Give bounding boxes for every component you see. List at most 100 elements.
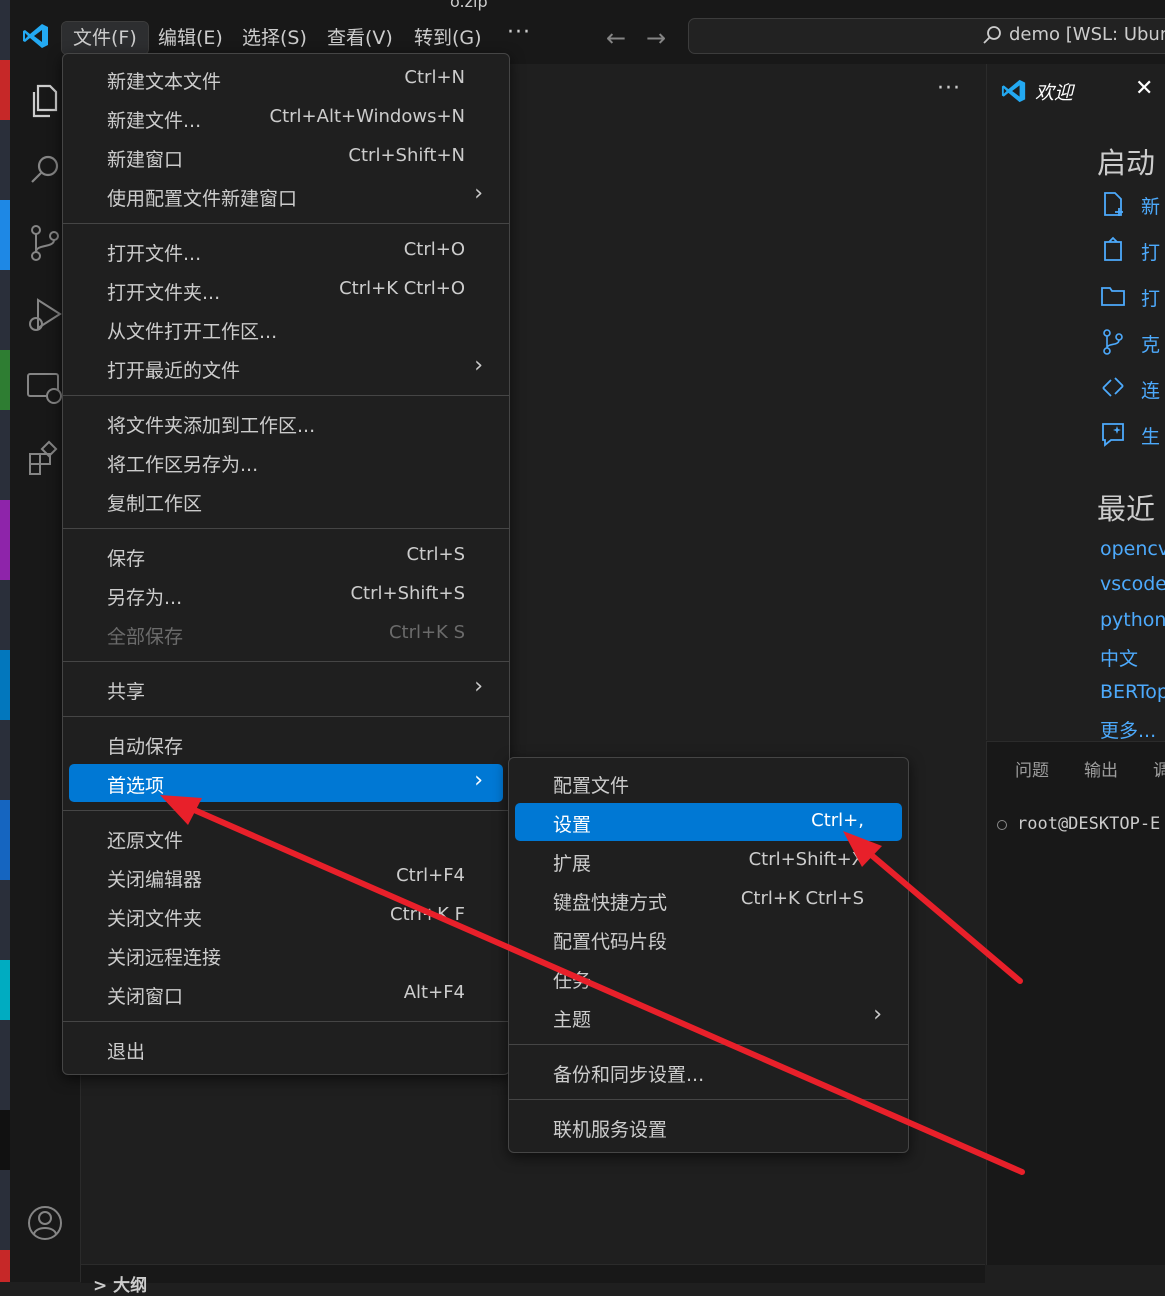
desktop-strip: [0, 0, 10, 1282]
menu-item-open-folder[interactable]: 打开文件夹... Ctrl+K Ctrl+O: [69, 271, 503, 309]
chevron-right-icon: ›: [474, 768, 483, 793]
sparkle-icon: [1102, 423, 1124, 447]
submenu-item-themes[interactable]: 主题 ›: [515, 998, 902, 1036]
menu-item-save-all: 全部保存 Ctrl+K S: [107, 622, 465, 648]
menu-item-revert-file[interactable]: 还原文件: [69, 819, 503, 857]
editor-more-button[interactable]: ···: [937, 76, 961, 101]
recent-item[interactable]: python: [1100, 609, 1165, 631]
chevron-right-icon: ›: [474, 674, 483, 699]
outline-section[interactable]: > 大纲: [81, 1264, 985, 1296]
tab-output[interactable]: 输出: [1084, 756, 1118, 781]
back-arrow-icon[interactable]: ←: [606, 24, 626, 52]
tab-debug-console[interactable]: 调: [1153, 756, 1165, 781]
chevron-right-icon: ›: [474, 353, 483, 378]
remote-explorer-icon[interactable]: [24, 366, 66, 408]
menu-item-close-remote[interactable]: 关闭远程连接: [69, 936, 503, 974]
source-control-icon[interactable]: [24, 222, 66, 264]
menu-selection[interactable]: 选择(S): [231, 22, 318, 54]
menu-item-open-file[interactable]: 打开文件... Ctrl+O: [69, 232, 503, 270]
vscode-logo-icon: [23, 24, 48, 48]
window-title: o.zip: [450, 0, 488, 11]
open-file-icon: [1104, 236, 1122, 261]
tab-welcome[interactable]: 欢迎 ✕: [987, 64, 1165, 116]
search-icon[interactable]: [24, 150, 66, 192]
start-connect[interactable]: 连: [1099, 374, 1160, 404]
start-open-file[interactable]: 打: [1099, 236, 1160, 266]
menu-item-save[interactable]: 保存 Ctrl+S: [69, 537, 503, 575]
recent-heading: 最近: [1097, 492, 1156, 526]
menu-item-duplicate-workspace[interactable]: 复制工作区: [69, 482, 503, 520]
submenu-item-settings-sync[interactable]: 备份和同步设置...: [515, 1053, 902, 1091]
recent-more-link[interactable]: 更多...: [1100, 716, 1156, 743]
menu-item-auto-save[interactable]: 自动保存: [69, 725, 503, 763]
submenu-item-profiles[interactable]: 配置文件: [515, 764, 902, 802]
source-control-icon: [1103, 329, 1123, 355]
menu-item-add-folder-workspace[interactable]: 将文件夹添加到工作区...: [69, 404, 503, 442]
menu-separator: [63, 1021, 509, 1022]
menu-item-share[interactable]: 共享 ›: [69, 670, 503, 708]
menu-separator: [63, 395, 509, 396]
recent-item[interactable]: vscode_: [1100, 573, 1165, 595]
submenu-item-settings[interactable]: 设置 Ctrl+,: [515, 803, 902, 841]
submenu-item-keyboard-shortcuts[interactable]: 键盘快捷方式 Ctrl+K Ctrl+S: [515, 881, 902, 919]
bottom-panel: 问题 输出 调 root@DESKTOP-E: [986, 741, 1165, 1265]
menu-item-open-recent[interactable]: 打开最近的文件 ›: [69, 349, 503, 387]
recent-item[interactable]: opencv-: [1100, 538, 1165, 560]
new-file-icon: [1104, 192, 1123, 216]
menu-item-new-text-file[interactable]: 新建文本文件 Ctrl+N: [69, 60, 503, 98]
menu-separator: [509, 1099, 908, 1100]
start-clone-repo[interactable]: 克: [1099, 328, 1160, 358]
forward-arrow-icon[interactable]: →: [646, 24, 666, 52]
terminal-prompt[interactable]: root@DESKTOP-E: [1017, 814, 1160, 834]
preferences-submenu: 配置文件 设置 Ctrl+, 扩展 Ctrl+Shift+X 键盘快捷方式 Ctrl+…: [508, 757, 909, 1153]
submenu-item-tasks[interactable]: 任务: [515, 959, 902, 997]
menu-item-open-workspace[interactable]: 从文件打开工作区...: [69, 310, 503, 348]
start-generate[interactable]: 生: [1099, 420, 1160, 450]
menu-separator: [63, 716, 509, 717]
menu-separator: [63, 223, 509, 224]
menu-separator: [63, 810, 509, 811]
file-menu: 新建文本文件 Ctrl+N 新建文件... Ctrl+Alt+Windows+N 新…: [62, 53, 510, 1075]
recent-item[interactable]: BERTopi: [1100, 681, 1165, 703]
tab-welcome-label: 欢迎: [1035, 82, 1074, 104]
command-center-text: demo [WSL: Ubuntu: [1009, 24, 1165, 45]
welcome-panel: 欢迎 ✕ 启动 新 打 打 克 连 生 最近 opencv vscode pyt…: [986, 64, 1165, 743]
menu-item-exit[interactable]: 退出: [69, 1030, 503, 1068]
menu-item-save-workspace-as[interactable]: 将工作区另存为...: [69, 443, 503, 481]
menu-item-close-window[interactable]: 关闭窗口 Alt+F4: [69, 975, 503, 1013]
run-debug-icon[interactable]: [24, 294, 66, 336]
menu-edit[interactable]: 编辑(E): [147, 22, 234, 54]
menu-more-button[interactable]: ···: [507, 20, 531, 45]
submenu-item-snippets[interactable]: 配置代码片段: [515, 920, 902, 958]
start-new-file[interactable]: 新: [1099, 190, 1160, 220]
menu-separator: [63, 528, 509, 529]
menu-separator: [509, 1044, 908, 1045]
recent-item[interactable]: 中文: [1100, 644, 1138, 671]
menu-item-new-window[interactable]: 新建窗口 Ctrl+Shift+N: [69, 138, 503, 176]
menu-item-new-file[interactable]: 新建文件... Ctrl+Alt+Windows+N: [69, 99, 503, 137]
chevron-right-icon: ›: [474, 181, 483, 206]
submenu-item-online-services[interactable]: 联机服务设置: [515, 1108, 902, 1146]
menu-item-close-folder[interactable]: 关闭文件夹 Ctrl+K F: [69, 897, 503, 935]
folder-icon: [1101, 287, 1125, 306]
close-icon[interactable]: ✕: [1135, 76, 1153, 101]
menu-separator: [63, 661, 509, 662]
menu-go[interactable]: 转到(G): [403, 22, 493, 54]
chevron-right-icon: ›: [873, 1002, 882, 1027]
start-open-folder[interactable]: 打: [1099, 282, 1160, 312]
terminal-status-icon: [997, 820, 1007, 830]
explorer-icon[interactable]: [24, 80, 66, 122]
menu-item-new-window-profile[interactable]: 使用配置文件新建窗口 ›: [69, 177, 503, 215]
submenu-item-extensions[interactable]: 扩展 Ctrl+Shift+X: [515, 842, 902, 880]
menu-item-save-as[interactable]: 另存为... Ctrl+Shift+S: [69, 576, 503, 614]
menu-file[interactable]: 文件(F): [61, 21, 149, 55]
tab-problems[interactable]: 问题: [1015, 756, 1049, 781]
menu-item-close-editor[interactable]: 关闭编辑器 Ctrl+F4: [69, 858, 503, 896]
menu-view[interactable]: 查看(V): [316, 22, 404, 54]
extensions-icon[interactable]: [24, 438, 66, 480]
account-icon[interactable]: [24, 1202, 66, 1244]
vscode-logo-icon: [1001, 79, 1026, 103]
menu-item-preferences[interactable]: 首选项 ›: [69, 764, 503, 802]
command-center[interactable]: demo [WSL: Ubuntu: [688, 18, 1165, 54]
search-icon: [983, 26, 1001, 44]
